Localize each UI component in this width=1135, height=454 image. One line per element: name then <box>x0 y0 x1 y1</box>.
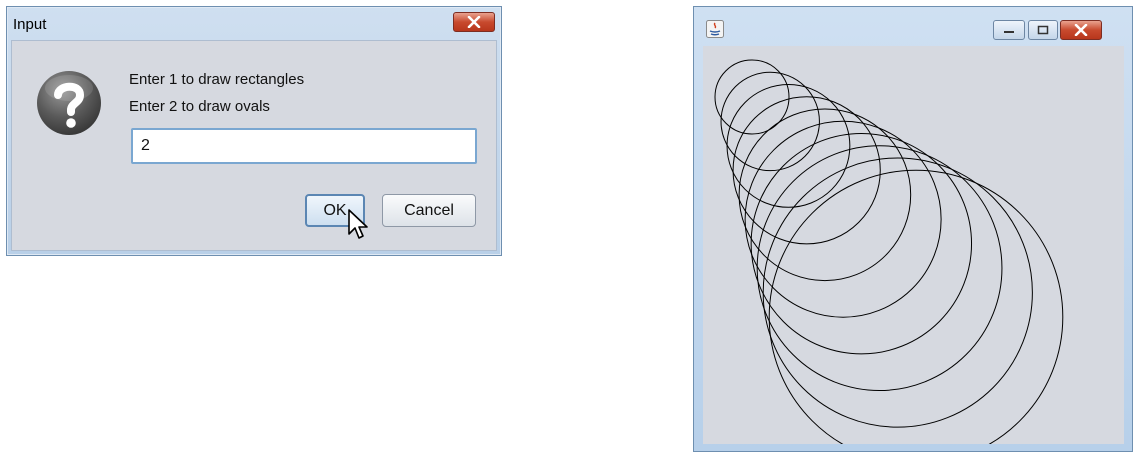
ovals-drawing <box>714 59 1064 454</box>
oval-9 <box>762 157 1033 428</box>
prompt-line-2: Enter 2 to draw ovals <box>129 98 270 115</box>
close-icon <box>1074 24 1088 36</box>
input-dialog: Input Enter 1 to draw rectangles Enter 2… <box>6 6 502 256</box>
oval-10 <box>768 169 1064 454</box>
frame-close-button[interactable] <box>1060 20 1102 40</box>
cancel-button[interactable]: Cancel <box>382 194 476 227</box>
minimize-button[interactable] <box>993 20 1025 40</box>
close-icon <box>467 16 481 28</box>
dialog-body: Enter 1 to draw rectangles Enter 2 to dr… <box>11 40 497 251</box>
oval-6 <box>744 120 942 318</box>
ok-button-label: OK <box>323 201 347 219</box>
frame-titlebar[interactable] <box>694 7 1132 44</box>
cancel-button-label: Cancel <box>404 201 454 219</box>
java-icon <box>706 20 724 38</box>
mouse-pointer-icon <box>348 209 368 239</box>
value-input[interactable] <box>131 128 477 164</box>
minimize-icon <box>1004 31 1014 33</box>
prompt-line-1: Enter 1 to draw rectangles <box>129 71 305 88</box>
dialog-title: Input <box>13 16 47 33</box>
drawing-window <box>693 6 1133 454</box>
dialog-close-button[interactable] <box>453 12 495 32</box>
drawing-canvas <box>703 46 1124 454</box>
maximize-icon <box>1037 25 1049 35</box>
maximize-button[interactable] <box>1028 20 1058 40</box>
dialog-titlebar[interactable]: Input <box>7 7 501 40</box>
question-icon <box>37 71 101 135</box>
